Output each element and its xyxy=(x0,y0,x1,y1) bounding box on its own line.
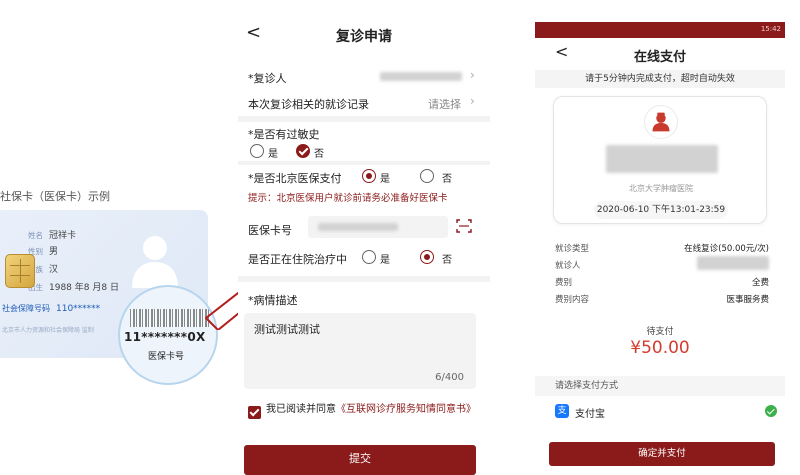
doctor-name-redacted xyxy=(606,145,718,173)
scan-icon[interactable] xyxy=(456,219,472,233)
insurance-hint: 提示：北京医保用户就诊前请务必准备好医保卡 xyxy=(248,193,448,204)
allergy-no-label: 否 xyxy=(314,149,324,160)
birth-value: 1988 年8 月8 日 xyxy=(49,283,119,293)
amount-due-label: 待支付 xyxy=(646,327,674,337)
status-bar: 15:42 xyxy=(535,22,785,38)
agree-checkbox[interactable] xyxy=(248,406,261,419)
fee-type-label: 费别 xyxy=(555,278,573,288)
beijing-yes-label: 是 xyxy=(380,174,390,185)
inpatient-label: 是否正在住院治疗中 xyxy=(248,253,347,266)
description-text: 测试测试测试 xyxy=(254,323,320,336)
payment-method-title: 请选择支付方式 xyxy=(535,376,785,396)
visit-type-label: 就诊类型 xyxy=(555,244,590,254)
cardholder-photo-icon xyxy=(132,236,178,288)
page-title: 复诊申请 xyxy=(336,29,392,45)
patient-row[interactable] xyxy=(238,64,490,86)
divider xyxy=(238,161,490,165)
card-example-title: 社保卡（医保卡）示例 xyxy=(0,190,110,203)
hospital-card: 北京大学肿瘤医院 2020-06-10 下午13:01-23:59 xyxy=(553,96,767,224)
description-label: *病情描述 xyxy=(248,294,298,307)
agree-prefix: 我已阅读并同意 xyxy=(266,404,336,415)
card-number-redacted xyxy=(318,223,398,231)
chevron-right-icon: › xyxy=(470,94,475,108)
beijing-no-radio[interactable] xyxy=(420,169,434,183)
alipay-option[interactable]: 支 支付宝 xyxy=(535,398,785,424)
description-counter: 6/400 xyxy=(435,372,464,383)
name-value: 冠祥卡 xyxy=(49,231,77,241)
allergy-no-radio[interactable] xyxy=(296,144,310,158)
ss-label: 社会保障号码 xyxy=(2,304,50,313)
gender-value: 男 xyxy=(49,247,59,257)
time-slot: 2020-06-10 下午13:01-23:59 xyxy=(594,201,728,219)
timer-notice: 请于5分钟内完成支付，超时自动失效 xyxy=(535,70,785,88)
alipay-icon: 支 xyxy=(555,404,569,418)
ss-value: 110****** xyxy=(56,304,101,314)
ethnicity-value: 汉 xyxy=(49,265,59,275)
card-number-label: 医保卡号 xyxy=(248,224,292,237)
description-textarea[interactable]: 测试测试测试 6/400 xyxy=(244,313,476,389)
inpatient-yes-radio[interactable] xyxy=(362,250,376,264)
beijing-yes-radio[interactable] xyxy=(362,169,376,183)
confirm-pay-button[interactable]: 确定并支付 xyxy=(549,442,775,466)
patient-redacted xyxy=(697,256,769,270)
magnified-caption: 医保卡号 xyxy=(148,352,185,362)
patient-label: 就诊人 xyxy=(555,261,581,271)
amount-due: ¥50.00 xyxy=(630,338,690,358)
submit-button[interactable]: 提交 xyxy=(244,445,476,475)
check-circle-icon xyxy=(765,405,777,417)
fee-content-value: 医事服务费 xyxy=(726,295,769,305)
inpatient-no-label: 否 xyxy=(442,255,452,266)
agree-text: 我已阅读并同意《互联网诊疗服务知情同意书》 xyxy=(266,403,484,417)
fee-content-label: 费别内容 xyxy=(555,295,590,305)
divider xyxy=(238,276,490,282)
allergy-label: *是否有过敏史 xyxy=(248,128,320,141)
card-chip xyxy=(5,254,35,288)
magnified-card-number: 11*******0X xyxy=(124,330,206,344)
online-payment-screen: 15:42 < 在线支付 请于5分钟内完成支付，超时自动失效 北京大学肿瘤医院 … xyxy=(535,22,785,468)
card-number-input[interactable] xyxy=(308,216,448,238)
record-select[interactable]: 请选择 xyxy=(428,96,461,112)
status-time: 15:42 xyxy=(760,25,781,33)
card-issuer: 北京市人力资源和社会保障局 监制 xyxy=(2,327,94,334)
consent-link[interactable]: 《互联网诊疗服务知情同意书》 xyxy=(336,404,476,415)
beijing-insurance-label: *是否北京医保支付 xyxy=(248,172,342,185)
doctor-avatar-icon xyxy=(644,105,678,139)
visit-type-value: 在线复诊(50.00元/次) xyxy=(684,244,769,254)
allergy-yes-radio[interactable] xyxy=(250,144,264,158)
allergy-yes-label: 是 xyxy=(268,149,278,160)
hospital-name: 北京大学肿瘤医院 xyxy=(629,184,693,193)
fee-type-value: 全费 xyxy=(751,278,769,288)
page-title: 在线支付 xyxy=(633,50,686,65)
record-label: 本次复诊相关的就诊记录 xyxy=(248,98,369,111)
divider xyxy=(238,116,490,122)
inpatient-no-radio[interactable] xyxy=(420,250,434,264)
name-label: 姓名 xyxy=(28,231,43,240)
alipay-label: 支付宝 xyxy=(575,409,605,420)
inpatient-yes-label: 是 xyxy=(380,255,390,266)
revisit-application-screen: < 复诊申请 *复诊人 › 本次复诊相关的就诊记录 请选择 › *是否有过敏史 … xyxy=(238,0,490,475)
beijing-no-label: 否 xyxy=(442,174,452,185)
